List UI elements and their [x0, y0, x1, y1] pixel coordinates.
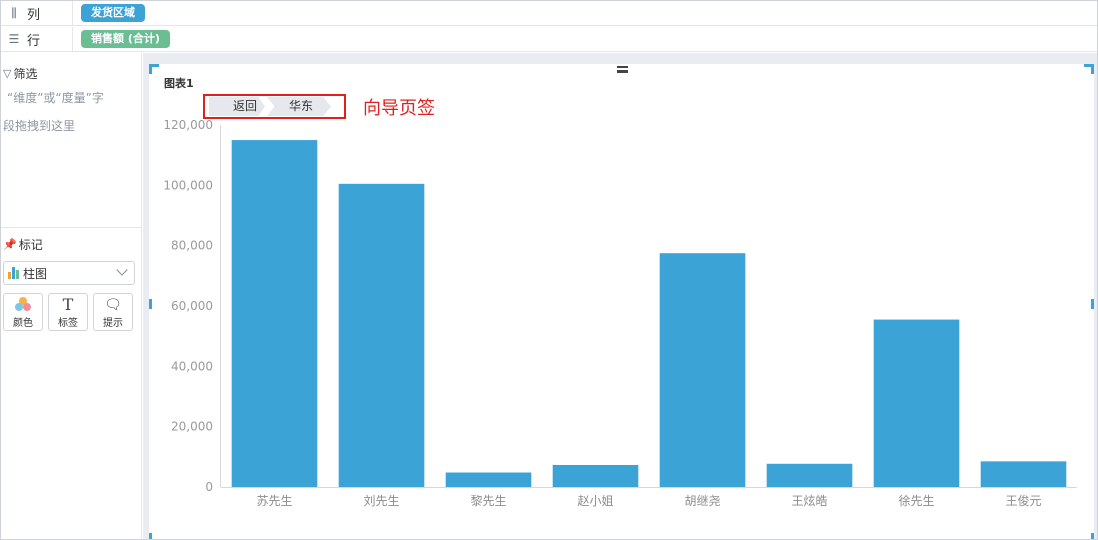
y-tick-label: 20,000 — [171, 420, 213, 434]
color-button[interactable]: 颜色 — [3, 293, 43, 331]
chevron-down-icon — [116, 264, 128, 276]
mark-buttons: 颜色 T 标签 🗨 提示 — [3, 293, 133, 331]
bars — [231, 140, 1067, 488]
y-axis: 0 20,000 40,000 60,000 80,000 100,000 120,000 — [163, 118, 221, 494]
rows-shelf-header: ☰ 行 — [1, 27, 73, 51]
resize-corner-top-left[interactable] — [149, 64, 159, 74]
pin-icon: 📌 — [3, 238, 17, 251]
tooltip-button[interactable]: 🗨 提示 — [93, 293, 133, 331]
y-tick-label: 40,000 — [171, 359, 213, 373]
y-tick-label: 60,000 — [171, 299, 213, 313]
tooltip-button-label: 提示 — [103, 317, 123, 329]
marks-section-title: 📌 标记 — [3, 236, 43, 253]
y-tick-label: 0 — [205, 480, 213, 494]
x-tick-label: 徐先生 — [898, 493, 934, 508]
filter-drop-hint-line1[interactable]: “维度”或“度量”字 — [7, 89, 141, 106]
resize-handle-bottom-left[interactable] — [149, 533, 152, 539]
drag-handle-icon[interactable] — [617, 66, 628, 73]
x-tick-label: 胡继尧 — [684, 494, 720, 508]
rows-shelf: ☰ 行 销售额 (合计) — [1, 27, 1097, 52]
filter-icon: ▽ — [3, 67, 12, 80]
columns-icon: ⫼ — [11, 5, 17, 20]
bar[interactable] — [445, 472, 532, 487]
columns-shelf: ⫼ 列 发货区域 — [1, 1, 1097, 26]
text-label-icon: T — [62, 295, 74, 314]
bar[interactable] — [980, 461, 1067, 487]
filter-drop-hint-line2[interactable]: 段拖拽到这里 — [3, 117, 75, 134]
panel-divider — [1, 227, 141, 228]
resize-corner-top-right[interactable] — [1084, 64, 1094, 74]
columns-shelf-label: 列 — [27, 7, 41, 23]
bar[interactable] — [659, 253, 746, 487]
x-tick-label: 苏先生 — [256, 494, 292, 508]
bar[interactable] — [231, 140, 318, 488]
left-panel: ▽ 筛选 “维度”或“度量”字 段拖拽到这里 📌 标记 柱图 颜色 T 标签 🗨… — [1, 53, 142, 539]
chart-title: 图表1 — [164, 77, 194, 90]
rows-shelf-label: 行 — [27, 33, 41, 49]
filter-section-title: ▽ 筛选 — [3, 65, 37, 82]
y-tick-label: 120,000 — [163, 118, 213, 132]
color-button-label: 颜色 — [13, 317, 33, 329]
bar[interactable] — [766, 463, 853, 487]
chart-type-select[interactable]: 柱图 — [3, 261, 135, 285]
resize-handle-bottom-right[interactable] — [1091, 533, 1094, 539]
x-tick-label: 王炫皓 — [791, 493, 827, 508]
resize-handle-right[interactable] — [1091, 299, 1094, 309]
row-field-pill[interactable]: 销售额 (合计) — [81, 30, 170, 48]
x-axis: 苏先生 刘先生 黎先生 赵小姐 胡继尧 王炫皓 徐先生 王俊元 — [221, 487, 1077, 508]
tooltip-icon: 🗨 — [104, 296, 122, 313]
x-tick-label: 赵小姐 — [577, 494, 613, 508]
columns-shelf-header: ⫼ 列 — [1, 1, 73, 25]
x-tick-label: 王俊元 — [1005, 493, 1041, 508]
label-button-label: 标签 — [58, 317, 78, 329]
color-icon — [15, 296, 31, 314]
x-tick-label: 刘先生 — [363, 494, 399, 508]
rows-icon: ☰ — [8, 32, 20, 46]
column-field-pill[interactable]: 发货区域 — [81, 4, 145, 22]
bar-chart-icon — [8, 267, 19, 279]
bar[interactable] — [338, 183, 425, 487]
chart-type-value: 柱图 — [23, 266, 48, 281]
marks-title-label: 标记 — [18, 238, 43, 252]
bar[interactable] — [873, 319, 960, 487]
filter-title-label: 筛选 — [13, 67, 38, 81]
y-tick-label: 80,000 — [171, 239, 213, 253]
bar[interactable] — [552, 464, 639, 487]
bar-chart: 020,00040,00060,00080,000100,000120,000 … — [163, 118, 1077, 508]
label-button[interactable]: T 标签 — [48, 293, 88, 331]
y-tick-label: 100,000 — [163, 178, 213, 192]
x-tick-label: 黎先生 — [470, 494, 506, 508]
